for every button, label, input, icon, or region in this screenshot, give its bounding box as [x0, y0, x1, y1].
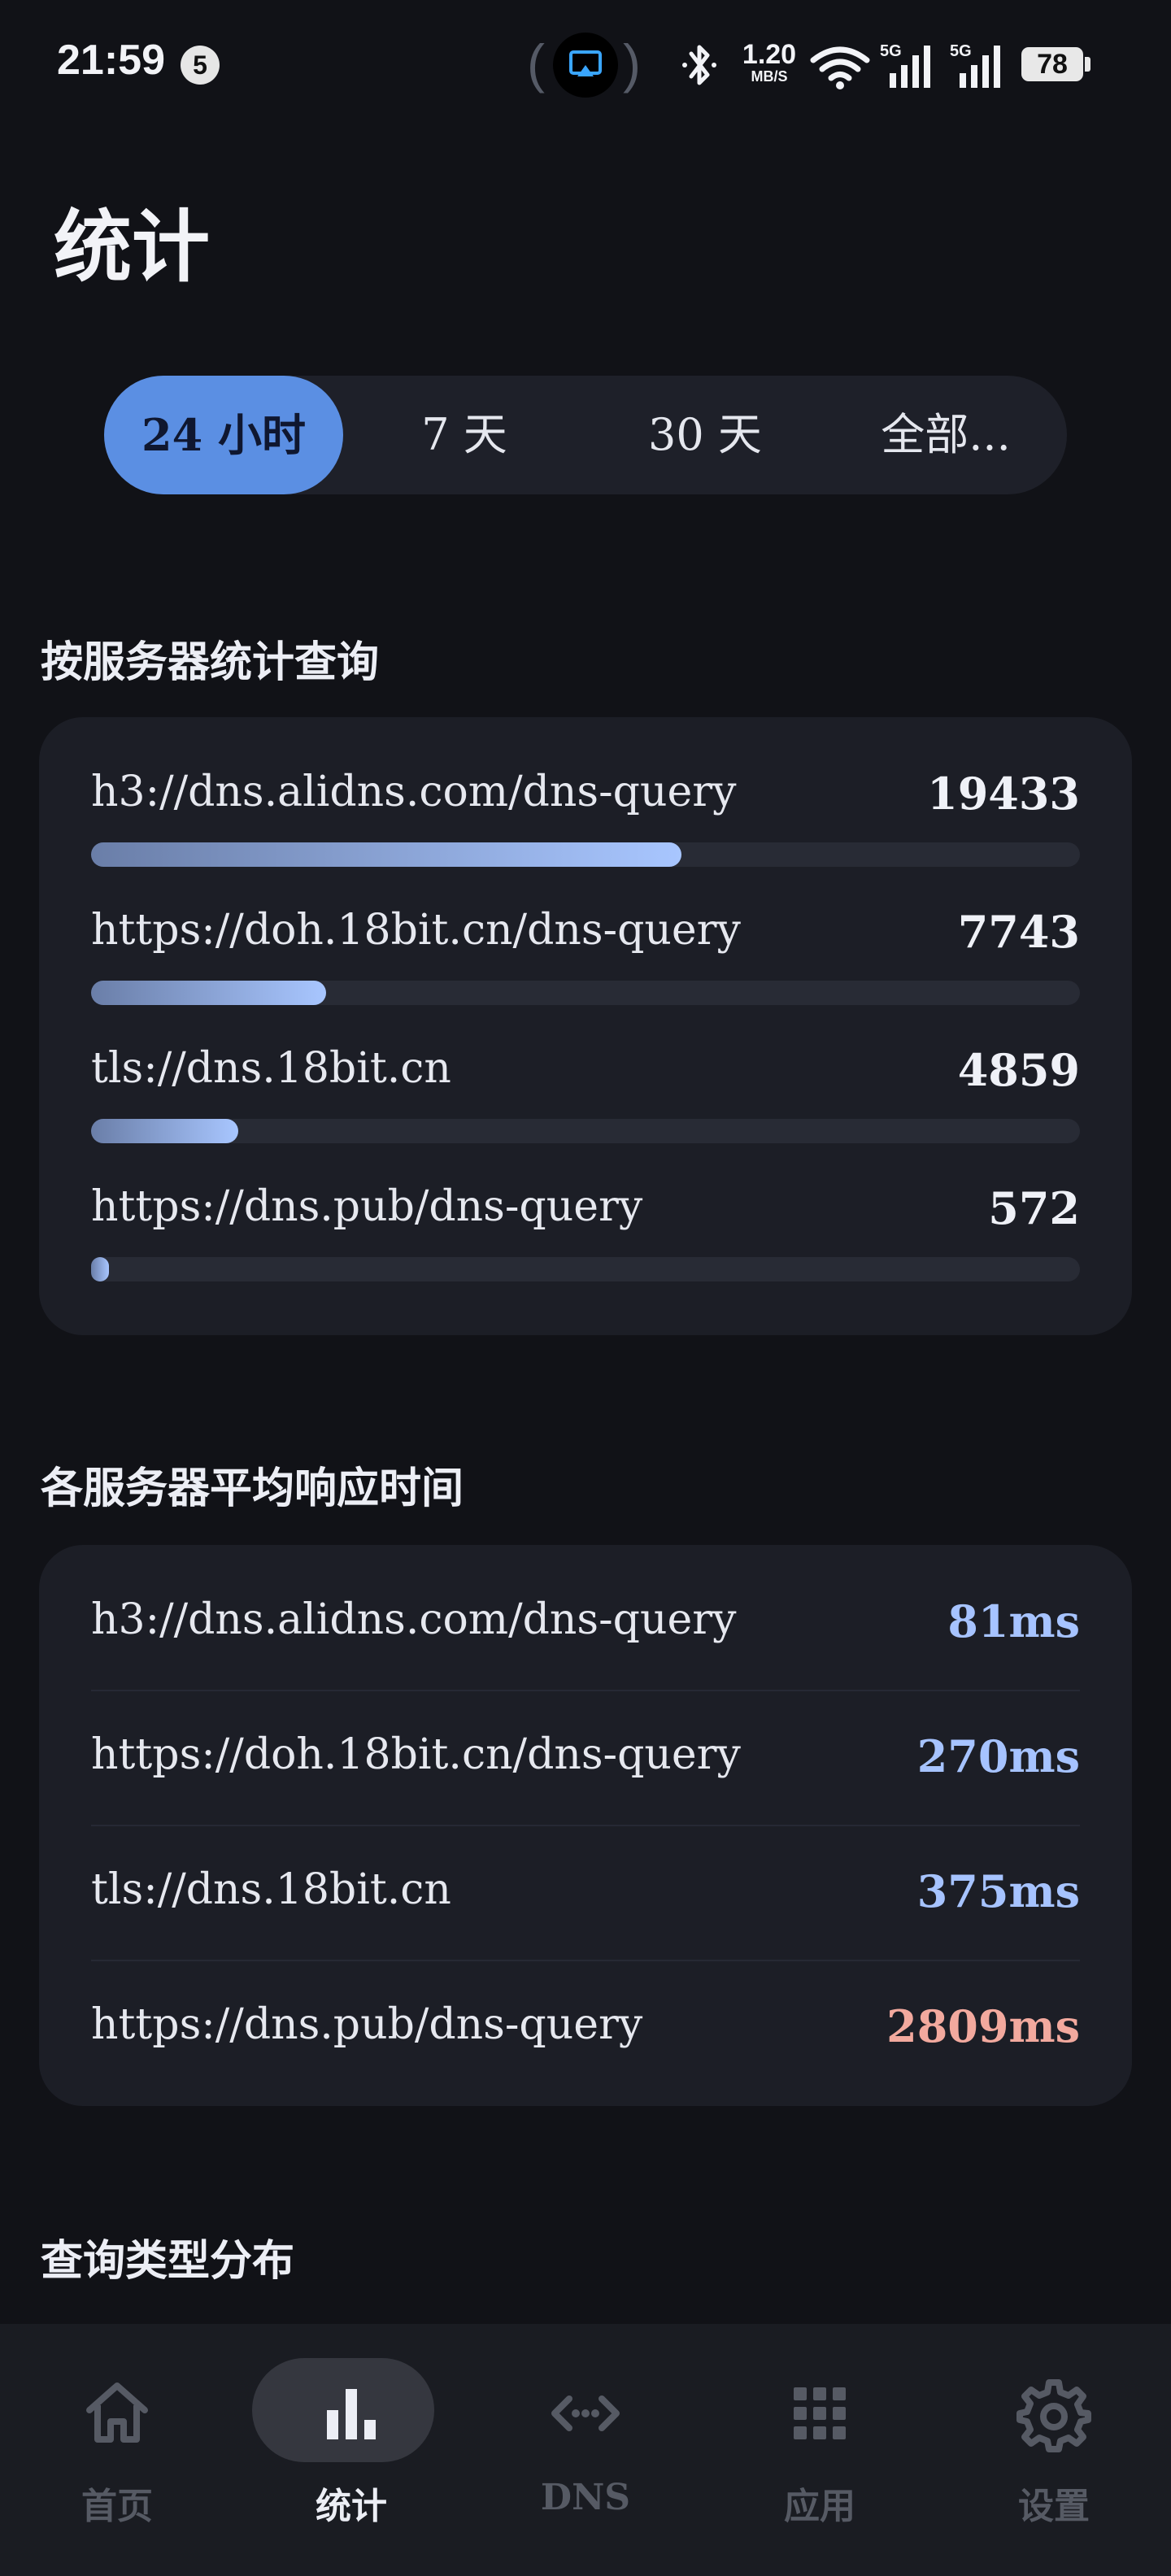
range-option-30d[interactable]: 30 天	[586, 376, 825, 494]
row-divider	[91, 1690, 1080, 1691]
network-speed: 1.20 MB/S	[742, 39, 797, 85]
gear-icon	[1015, 2374, 1093, 2452]
nav-label: 应用	[784, 2486, 855, 2527]
query-bar-track	[91, 981, 1080, 1005]
section-title-queries-by-server: 按服务器统计查询	[41, 637, 380, 687]
query-bar-fill	[91, 1119, 239, 1143]
latency-value: 81ms	[947, 1595, 1080, 1647]
nav-item-apps[interactable]: 应用	[703, 2324, 937, 2576]
nav-label: 设置	[1018, 2486, 1090, 2527]
query-bar-fill	[91, 1257, 109, 1281]
battery-icon-tip	[1085, 57, 1090, 72]
query-count: 572	[988, 1182, 1080, 1234]
section-title-query-types: 查询类型分布	[41, 2236, 295, 2286]
nav-item-home[interactable]: 首页	[0, 2324, 234, 2576]
server-name: https://dns.pub/dns-query	[91, 2000, 643, 2049]
query-count: 7743	[957, 906, 1080, 958]
query-count: 19433	[927, 768, 1080, 820]
range-option-24h[interactable]: 24 小时	[104, 376, 343, 494]
status-bar: 21:59 5 ( ) 1.20 MB/S 5G 5G 78	[0, 0, 1171, 130]
avg-response-card: h3://dns.alidns.com/dns-query 81ms https…	[39, 1545, 1132, 2106]
query-bar-fill	[91, 842, 681, 867]
latency-value-slow: 2809ms	[886, 2000, 1080, 2052]
server-name: h3://dns.alidns.com/dns-query	[91, 1595, 737, 1644]
query-count: 4859	[957, 1044, 1080, 1096]
server-name: h3://dns.alidns.com/dns-query	[91, 768, 737, 816]
nav-label: DNS	[540, 2477, 631, 2518]
screen-cast-indicator[interactable]: ( )	[527, 31, 644, 98]
latency-value: 270ms	[916, 1730, 1080, 1782]
page-title: 统计	[54, 201, 210, 293]
range-option-7d[interactable]: 7 天	[345, 376, 584, 494]
nav-item-settings[interactable]: 设置	[937, 2324, 1171, 2576]
notification-count-badge: 5	[181, 46, 220, 85]
queries-by-server-card: h3://dns.alidns.com/dns-query 19433 http…	[39, 717, 1132, 1335]
query-bar-track	[91, 1119, 1080, 1143]
time-range-selector: 24 小时 7 天 30 天 全部...	[104, 376, 1067, 494]
code-arrows-icon	[546, 2374, 625, 2452]
bottom-navigation: 首页 统计 DNS 应用 设置	[0, 2324, 1171, 2576]
bar-chart-icon	[312, 2374, 390, 2452]
latency-value: 375ms	[916, 1865, 1080, 1917]
nav-label: 首页	[81, 2486, 153, 2527]
server-name: tls://dns.18bit.cn	[91, 1865, 451, 1914]
grid-icon	[781, 2374, 859, 2452]
nav-item-dns[interactable]: DNS	[468, 2324, 703, 2576]
server-name: https://doh.18bit.cn/dns-query	[91, 906, 741, 955]
row-divider	[91, 1825, 1080, 1826]
section-title-avg-response: 各服务器平均响应时间	[41, 1464, 464, 1513]
nav-label: 统计	[316, 2486, 387, 2527]
row-divider	[91, 1960, 1080, 1961]
query-bar-track	[91, 842, 1080, 867]
query-bar-fill	[91, 981, 327, 1005]
clock: 21:59	[57, 37, 165, 84]
bluetooth-icon	[680, 42, 720, 91]
nav-item-stats[interactable]: 统计	[234, 2324, 468, 2576]
wifi-icon	[810, 44, 870, 93]
battery-level: 78	[1021, 47, 1083, 81]
query-bar-track	[91, 1257, 1080, 1281]
server-name: https://doh.18bit.cn/dns-query	[91, 1730, 741, 1779]
cast-paren-right: )	[623, 33, 641, 94]
server-name: https://dns.pub/dns-query	[91, 1182, 643, 1231]
cast-icon	[553, 33, 618, 98]
home-icon	[78, 2374, 156, 2452]
cast-paren-left: (	[527, 33, 545, 94]
server-name: tls://dns.18bit.cn	[91, 1044, 451, 1093]
range-option-all[interactable]: 全部...	[826, 376, 1065, 494]
